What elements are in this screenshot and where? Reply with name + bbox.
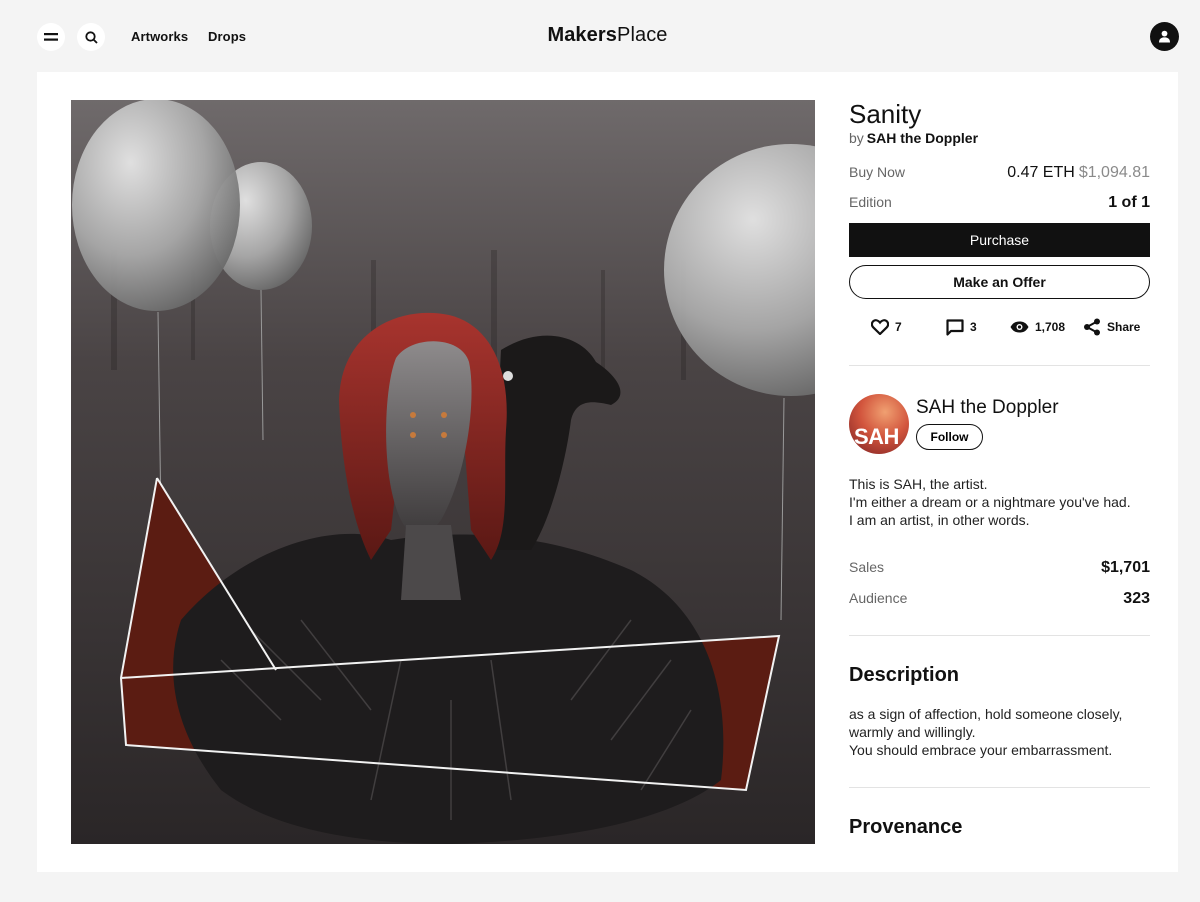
avatar[interactable]: SAH — [849, 394, 909, 454]
edition-value: 1 of 1 — [1108, 194, 1150, 211]
description-line: You should embrace your embarrassment. — [849, 742, 1113, 758]
buy-now-label: Buy Now — [849, 164, 906, 180]
creator-info: SAH the Doppler Follow — [916, 397, 1059, 450]
provenance-heading[interactable]: Provenance — [849, 815, 1150, 839]
eye-icon — [1010, 321, 1029, 333]
share-button[interactable]: Share — [1083, 315, 1140, 339]
artwork-byline: by SAH the Doppler — [849, 130, 1150, 146]
price-eth: 0.47 ETH — [1007, 164, 1075, 181]
purchase-button[interactable]: Purchase — [849, 223, 1150, 257]
avatar-text: SAH — [854, 424, 899, 449]
logo-bold-text: Makers — [547, 24, 617, 46]
make-offer-button[interactable]: Make an Offer — [849, 265, 1150, 299]
sales-row: Sales $1,701 — [849, 559, 1150, 577]
divider — [849, 365, 1150, 366]
description-line: as a sign of affection, hold someone clo… — [849, 706, 1123, 722]
by-prefix: by — [849, 130, 864, 146]
artwork-title: Sanity — [849, 99, 922, 129]
sales-label: Sales — [849, 559, 885, 575]
comment-icon — [946, 318, 964, 336]
comments-button[interactable]: 3 — [946, 315, 977, 339]
comments-count: 3 — [970, 320, 977, 334]
site-logo[interactable]: MakersPlace — [0, 24, 1200, 47]
views-indicator: 1,708 — [1010, 315, 1065, 339]
description-line: warmly and willingly. — [849, 724, 976, 740]
engagement-stats: 7 3 1,708 Share — [849, 315, 1150, 339]
likes-count: 7 — [895, 320, 902, 334]
sales-value: $1,701 — [1101, 559, 1150, 576]
views-count: 1,708 — [1035, 320, 1066, 334]
creator-name[interactable]: SAH the Doppler — [916, 397, 1059, 419]
bio-line: This is SAH, the artist. — [849, 476, 988, 492]
account-button[interactable] — [1150, 22, 1179, 51]
price: 0.47 ETH $1,094.81 — [1007, 164, 1150, 182]
price-usd: $1,094.81 — [1078, 164, 1150, 181]
audience-row: Audience 323 — [849, 590, 1150, 608]
artwork-illustration — [71, 100, 815, 844]
heart-icon — [871, 319, 889, 335]
user-icon — [1159, 30, 1170, 43]
edition-label: Edition — [849, 194, 892, 210]
artwork-card: Sanity by SAH the Doppler Buy Now 0.47 ET… — [37, 72, 1178, 872]
description-text: as a sign of affection, hold someone clo… — [849, 705, 1150, 759]
audience-value: 323 — [1123, 590, 1150, 607]
artwork-info-panel: Sanity by SAH the Doppler Buy Now 0.47 ET… — [849, 100, 1150, 839]
artist-link[interactable]: SAH the Doppler — [867, 130, 978, 146]
top-nav: Artworks Drops MakersPlace — [0, 0, 1200, 72]
follow-button[interactable]: Follow — [916, 424, 983, 450]
share-icon — [1084, 318, 1100, 336]
divider — [849, 787, 1150, 788]
share-label: Share — [1107, 320, 1141, 334]
buy-now-row: Buy Now 0.47 ETH $1,094.81 — [849, 164, 1150, 182]
creator-card: SAH SAH the Doppler Follow — [849, 394, 1150, 454]
artwork-image[interactable] — [71, 100, 815, 844]
description-heading: Description — [849, 664, 960, 686]
audience-label: Audience — [849, 590, 908, 606]
divider — [849, 635, 1150, 636]
bio-line: I'm either a dream or a nightmare you've… — [849, 494, 1131, 510]
creator-bio: This is SAH, the artist. I'm either a dr… — [849, 475, 1150, 529]
logo-regular-text: Place — [617, 24, 668, 46]
like-button[interactable]: 7 — [871, 315, 902, 339]
edition-row: Edition 1 of 1 — [849, 194, 1150, 212]
bio-line: I am an artist, in other words. — [849, 512, 1030, 528]
